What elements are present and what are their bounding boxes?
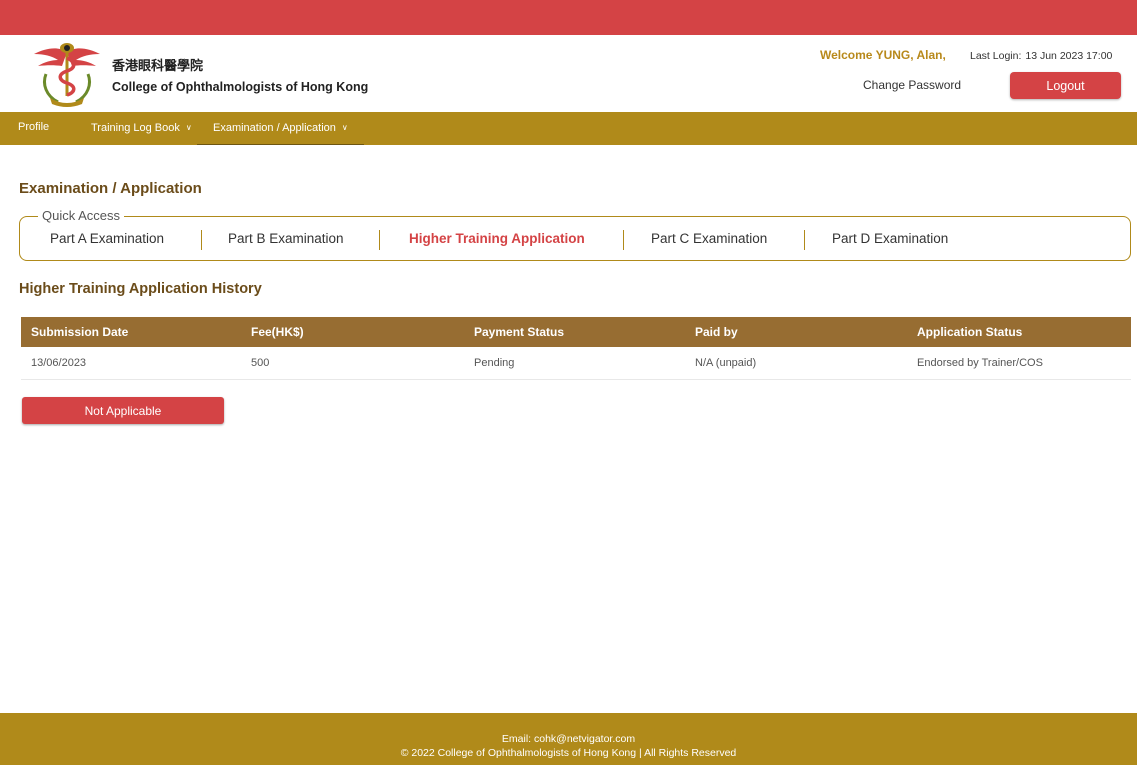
nav-item-profile[interactable]: Profile	[18, 112, 49, 145]
chevron-down-icon: ∨	[341, 123, 348, 132]
main-nav: Profile Training Log Book ∨ Examination /…	[0, 112, 1137, 145]
nav-item-training-log-book[interactable]: Training Log Book ∨	[91, 112, 192, 145]
page-title: Examination / Application	[19, 180, 202, 197]
nav-item-label: Training Log Book	[91, 122, 180, 134]
quick-access-box: Quick Access Part A Examination Part B E…	[19, 208, 1131, 261]
cell-fee: 500	[251, 357, 270, 369]
chevron-down-icon: ∨	[185, 123, 192, 132]
quick-access-divider	[623, 230, 624, 250]
application-history-table: Submission Date Fee(HK$) Payment Status …	[21, 317, 1131, 380]
column-header-payment-status: Payment Status	[474, 325, 565, 339]
site-header: 香港眼科醫學院 College of Ophthalmologists of H…	[0, 35, 1137, 112]
quick-access-divider	[379, 230, 380, 250]
column-header-application-status: Application Status	[917, 325, 1023, 339]
table-header: Submission Date Fee(HK$) Payment Status …	[21, 317, 1131, 347]
quick-access-part-b-examination[interactable]: Part B Examination	[228, 231, 344, 246]
nav-item-label: Examination / Application	[213, 122, 336, 134]
footer-email: Email: cohk@netvigator.com	[501, 733, 636, 745]
top-color-bar	[0, 0, 1137, 35]
not-applicable-button[interactable]: Not Applicable	[22, 397, 224, 424]
history-section-title: Higher Training Application History	[19, 281, 262, 297]
logout-button[interactable]: Logout	[1010, 72, 1121, 99]
quick-access-legend: Quick Access	[38, 208, 125, 224]
nav-item-examination-application[interactable]: Examination / Application ∨	[197, 112, 364, 145]
last-login-label: Last Login:	[970, 50, 1022, 62]
quick-access-higher-training-application[interactable]: Higher Training Application	[409, 231, 585, 246]
cell-application-status: Endorsed by Trainer/COS	[917, 357, 1043, 369]
quick-access-part-c-examination[interactable]: Part C Examination	[651, 231, 767, 246]
cell-payment-status: Pending	[474, 357, 515, 369]
org-name-english: College of Ophthalmologists of Hong Kong	[112, 80, 369, 94]
quick-access-part-a-examination[interactable]: Part A Examination	[50, 231, 164, 246]
site-footer: Email: cohk@netvigator.com © 2022 Colleg…	[0, 713, 1137, 765]
column-header-paid-by: Paid by	[695, 325, 738, 339]
cell-paid-by: N/A (unpaid)	[695, 357, 757, 369]
org-name-chinese: 香港眼科醫學院	[112, 59, 204, 74]
column-header-fee: Fee(HK$)	[251, 325, 304, 339]
quick-access-divider	[201, 230, 202, 250]
cell-submission-date: 13/06/2023	[31, 357, 87, 369]
college-crest-logo[interactable]	[32, 38, 102, 108]
change-password-link[interactable]: Change Password	[863, 78, 961, 92]
column-header-submission-date: Submission Date	[31, 325, 129, 339]
footer-copyright: © 2022 College of Ophthalmologists of Ho…	[400, 747, 737, 759]
quick-access-divider	[804, 230, 805, 250]
table-row: 13/06/2023 500 Pending N/A (unpaid) Endo…	[21, 347, 1131, 380]
welcome-text: Welcome YUNG, Alan,	[820, 48, 946, 62]
last-login-value: 13 Jun 2023 17:00	[1025, 50, 1113, 62]
nav-item-label: Profile	[18, 121, 50, 133]
last-login: Last Login: 13 Jun 2023 17:00	[970, 50, 1112, 62]
quick-access-part-d-examination[interactable]: Part D Examination	[832, 231, 948, 246]
